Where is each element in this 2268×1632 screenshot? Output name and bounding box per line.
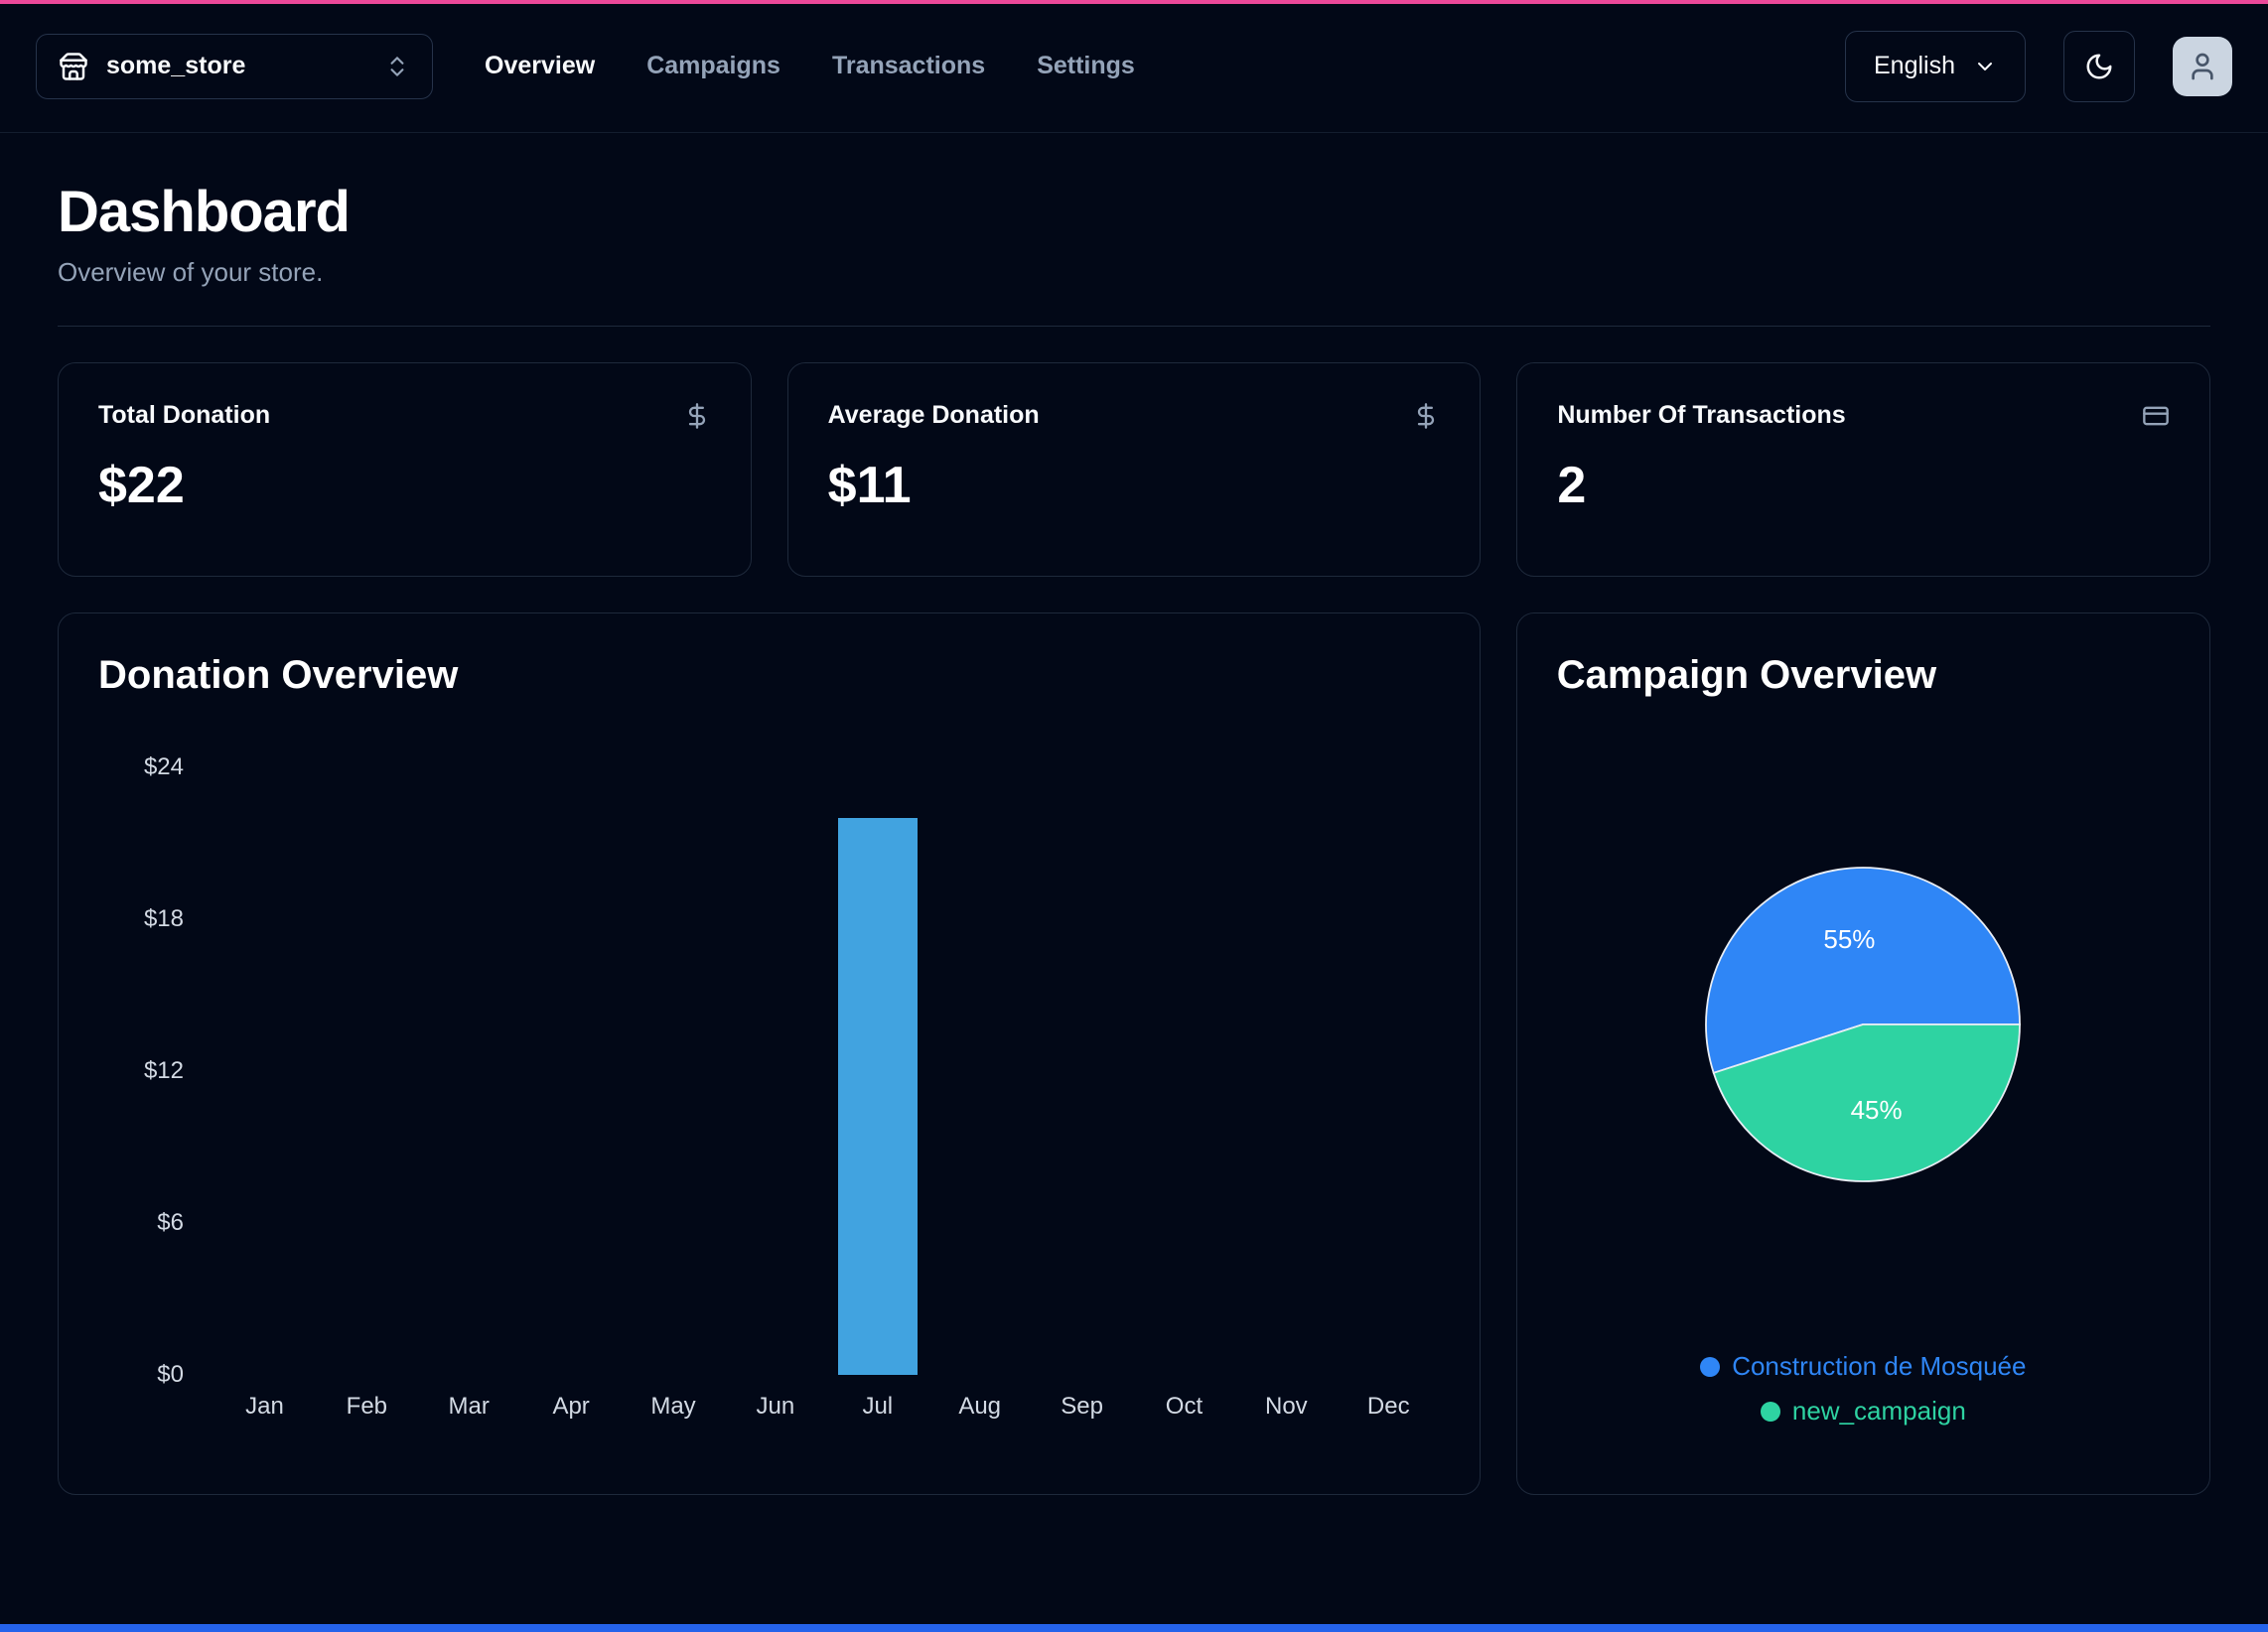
nav-item-overview[interactable]: Overview [485,52,595,80]
campaign-overview-panel: Campaign Overview 55% 45% Construction de… [1516,612,2210,1495]
x-axis-tick: Feb [316,1393,418,1421]
pie-legend: Construction de Mosquée new_campaign [1557,1351,2170,1427]
donation-bar-chart: $24$18$12$6$0 JanFebMarAprMayJunJulAugSe… [98,767,1440,1421]
stat-value: $11 [828,456,1441,515]
pie-percent-label: 55% [1824,924,1876,954]
bar-slot-jul [826,767,928,1375]
x-axis-tick: Jul [826,1393,928,1421]
store-selector[interactable]: some_store [36,34,433,99]
stat-value: 2 [1557,456,2170,515]
dollar-sign-icon [683,402,711,430]
header-actions: English [1845,31,2232,102]
legend-label: Construction de Mosquée [1732,1351,2026,1382]
donation-overview-panel: Donation Overview $24$18$12$6$0 JanFebMa… [58,612,1481,1495]
nav-item-settings[interactable]: Settings [1037,52,1135,80]
theme-toggle-button[interactable] [2063,31,2135,102]
stats-row: Total Donation $22 Average Donation $11 … [58,362,2210,577]
language-selector-label: English [1874,52,1955,80]
bar-jul [838,818,918,1375]
x-axis-tick: Jan [213,1393,316,1421]
y-axis-tick: $6 [157,1209,184,1237]
x-axis-tick: Nov [1235,1393,1338,1421]
divider [58,326,2210,327]
bar-slot-jan [213,767,316,1375]
legend-label: new_campaign [1792,1396,1966,1427]
stat-card: Number Of Transactions 2 [1516,362,2210,577]
x-axis-tick: Jun [724,1393,826,1421]
x-axis-tick: Dec [1338,1393,1440,1421]
bar-slot-sep [1031,767,1133,1375]
bar-slot-may [623,767,725,1375]
nav-item-transactions[interactable]: Transactions [832,52,985,80]
stat-title: Number Of Transactions [1557,401,1845,430]
x-axis-tick: Apr [520,1393,623,1421]
main-nav: Overview Campaigns Transactions Settings [485,52,1135,80]
chevrons-up-down-icon [384,54,410,79]
bar-slot-feb [316,767,418,1375]
bottom-edge-strip [0,1624,2268,1632]
bar-slot-oct [1133,767,1235,1375]
x-axis-tick: Sep [1031,1393,1133,1421]
user-icon [2187,51,2218,82]
pie-chart-area: 55% 45% [1557,698,2170,1351]
stat-card-header: Total Donation [98,401,711,430]
y-axis-tick: $24 [144,753,184,781]
y-axis-tick: $0 [157,1361,184,1389]
page-title: Dashboard [58,179,2210,245]
bar-chart-x-axis: JanFebMarAprMayJunJulAugSepOctNovDec [213,1393,1440,1421]
bar-slot-aug [928,767,1031,1375]
legend-item: new_campaign [1761,1396,1966,1427]
x-axis-tick: May [623,1393,725,1421]
campaign-overview-title: Campaign Overview [1557,653,2170,698]
bar-slot-nov [1235,767,1338,1375]
store-icon [59,52,88,81]
store-selector-label: some_store [106,52,245,80]
bar-chart-y-axis: $24$18$12$6$0 [98,767,213,1375]
app-header: some_store Overview Campaigns Transactions… [0,0,2268,133]
chevron-down-icon [1973,55,1997,78]
bar-chart-plot [213,767,1440,1375]
stat-card: Average Donation $11 [787,362,1482,577]
panels-row: Donation Overview $24$18$12$6$0 JanFebMa… [58,612,2210,1495]
legend-dot [1700,1357,1720,1377]
moon-icon [2084,52,2114,81]
campaign-pie-chart: 55% 45% [1699,861,2027,1188]
pie-percent-label: 45% [1851,1095,1903,1125]
stat-card: Total Donation $22 [58,362,752,577]
stat-title: Total Donation [98,401,270,430]
y-axis-tick: $12 [144,1057,184,1085]
dollar-sign-icon [1412,402,1440,430]
stat-card-header: Average Donation [828,401,1441,430]
stat-card-header: Number Of Transactions [1557,401,2170,430]
nav-item-campaigns[interactable]: Campaigns [646,52,780,80]
bar-chart-plot-wrap: JanFebMarAprMayJunJulAugSepOctNovDec [213,767,1440,1421]
language-selector[interactable]: English [1845,31,2026,102]
donation-overview-title: Donation Overview [98,653,1440,698]
account-button[interactable] [2173,37,2232,96]
x-axis-tick: Oct [1133,1393,1235,1421]
bar-slot-dec [1338,767,1440,1375]
x-axis-tick: Aug [928,1393,1031,1421]
legend-item: Construction de Mosquée [1700,1351,2026,1382]
credit-card-icon [2142,402,2170,430]
legend-dot [1761,1402,1780,1422]
page-subtitle: Overview of your store. [58,257,2210,288]
bar-slot-apr [520,767,623,1375]
bar-slot-jun [724,767,826,1375]
bar-slot-mar [418,767,520,1375]
stat-title: Average Donation [828,401,1040,430]
stat-value: $22 [98,456,711,515]
y-axis-tick: $18 [144,905,184,933]
x-axis-tick: Mar [418,1393,520,1421]
top-accent-bar [0,0,2268,4]
main-content: Dashboard Overview of your store. Total … [0,133,2268,1495]
